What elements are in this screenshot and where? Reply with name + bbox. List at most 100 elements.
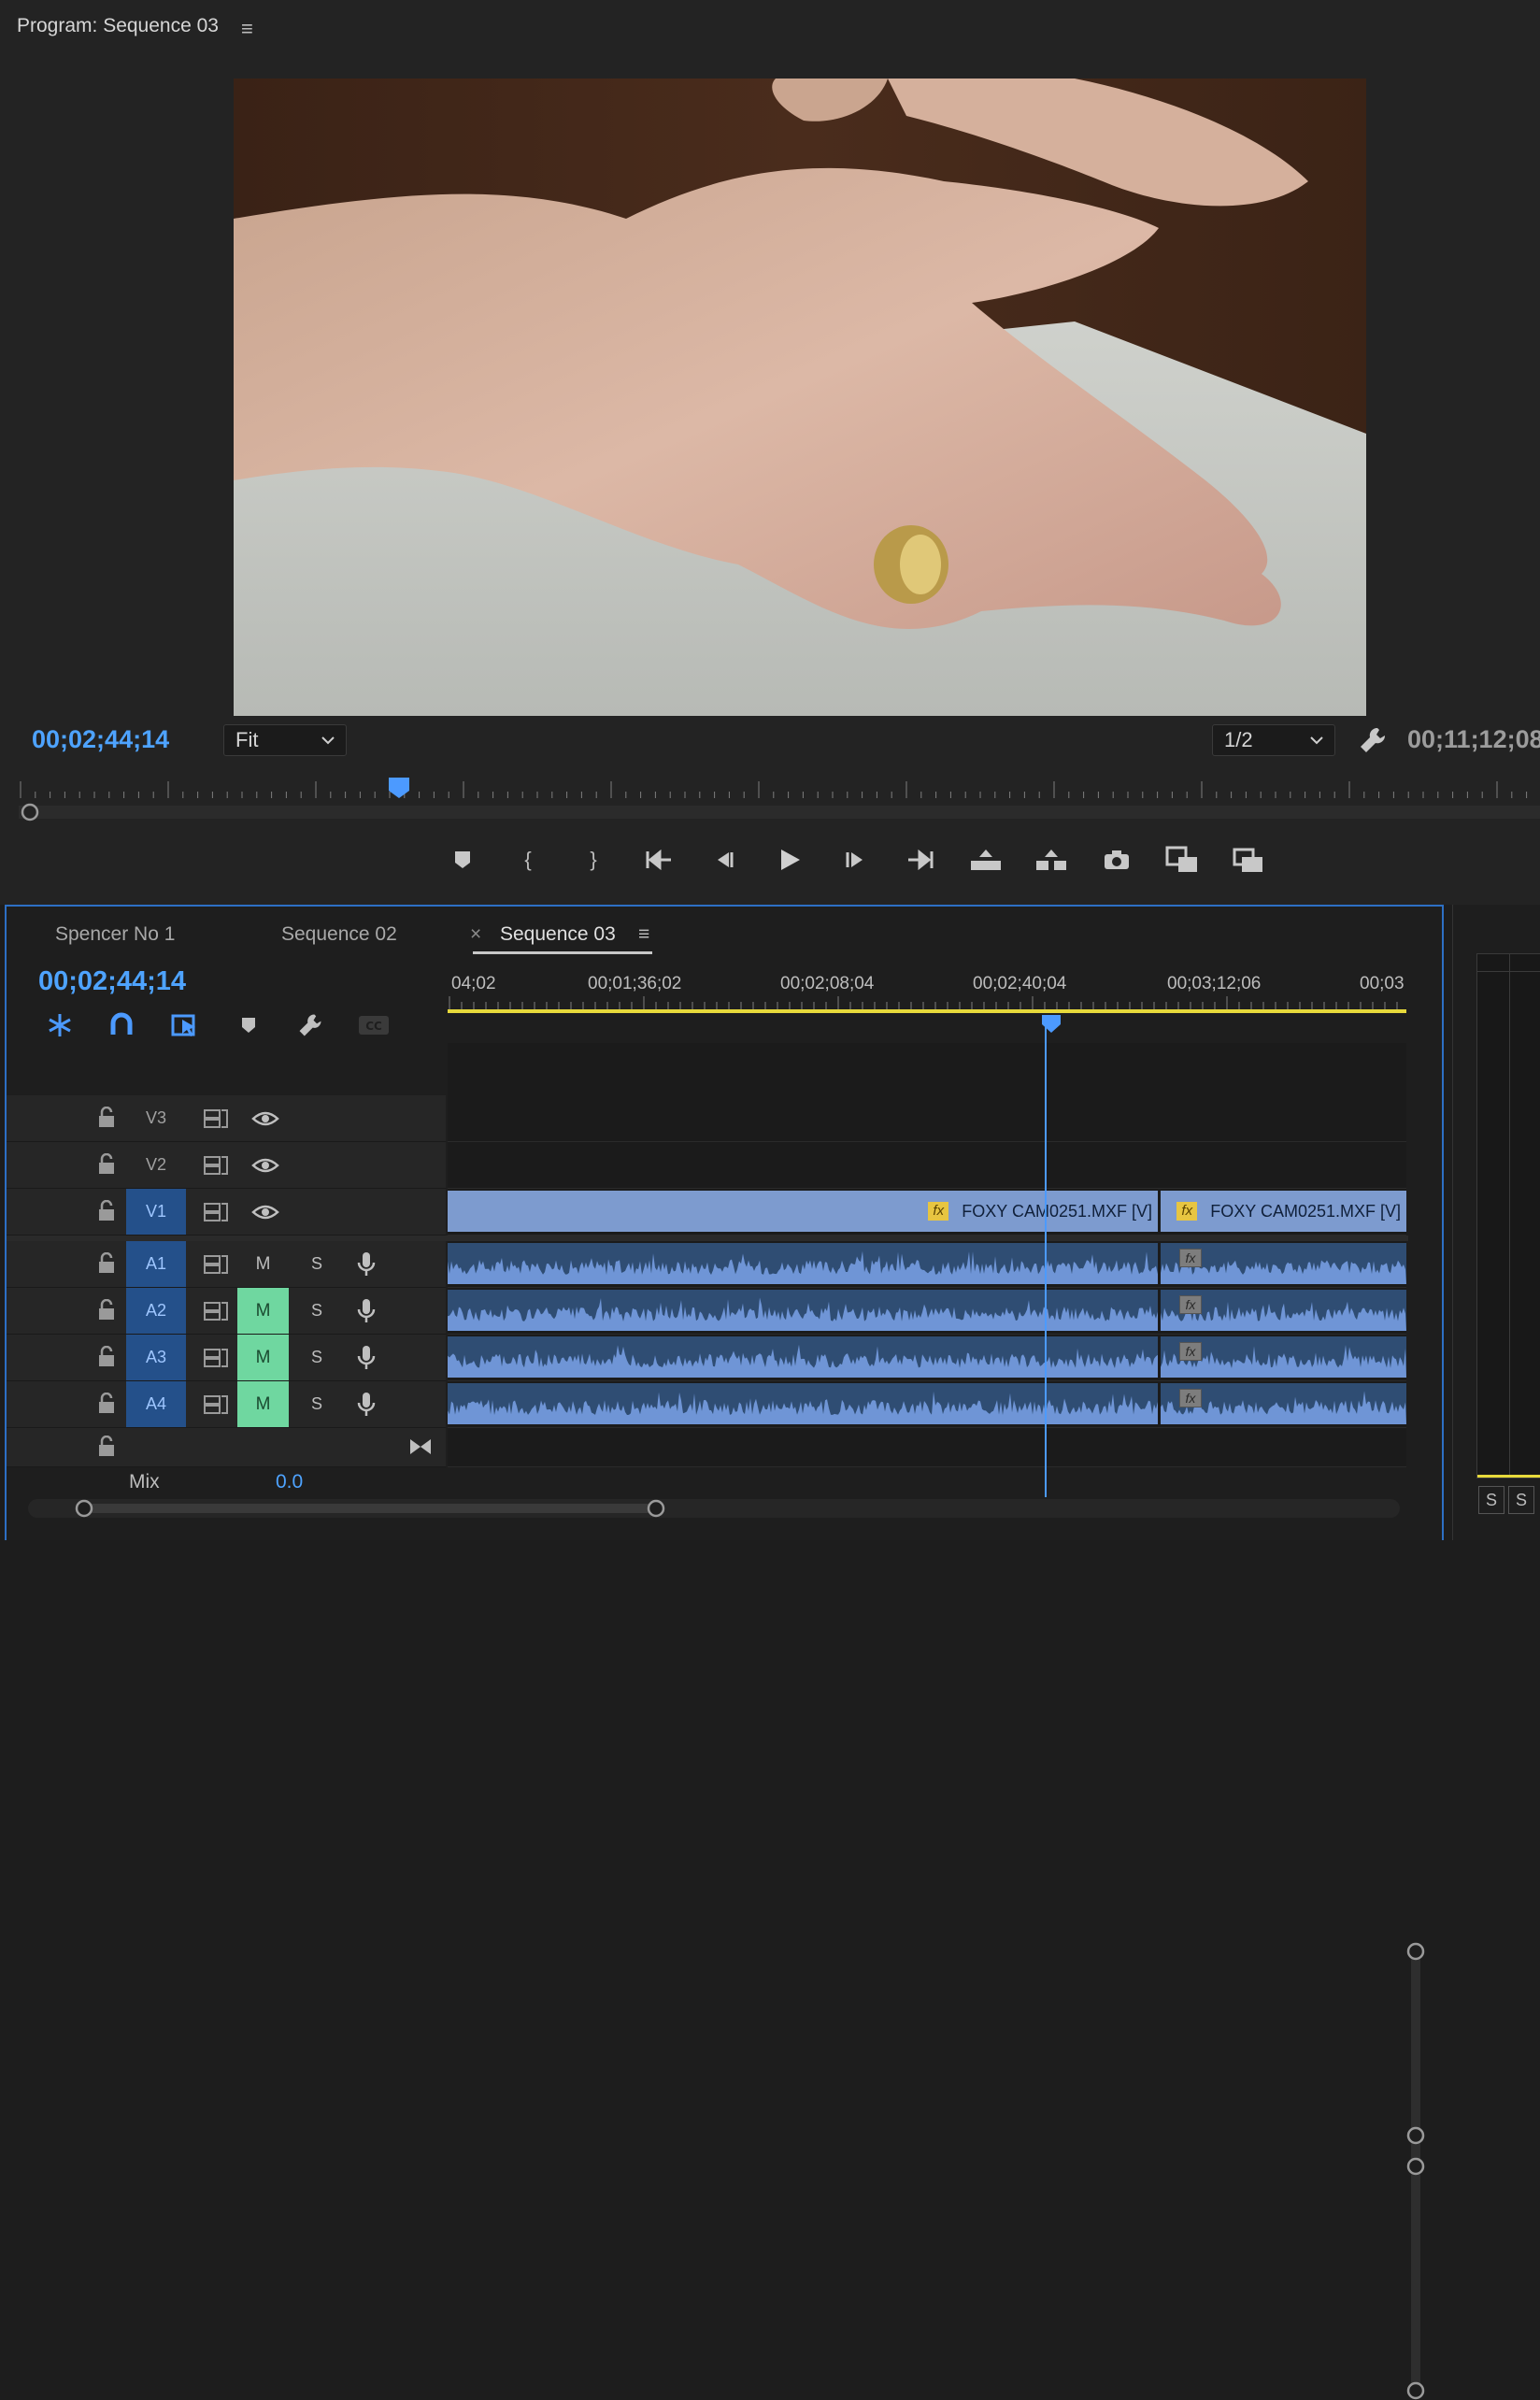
fx-badge[interactable]: fx [1179,1295,1202,1314]
timeline-playhead-line[interactable] [1045,1019,1047,1497]
sync-lock-icon[interactable] [203,1201,229,1223]
eye-icon[interactable] [251,1203,279,1221]
timeline-playhead-icon[interactable] [1040,1015,1062,1034]
work-area-bar[interactable] [448,1009,1406,1013]
track-target-a3[interactable]: A3 [126,1335,186,1380]
add-marker-icon[interactable] [233,1011,264,1039]
track-target-a1[interactable]: A1 [126,1241,186,1287]
lock-icon[interactable] [97,1393,116,1415]
fx-badge[interactable]: fx [1179,1249,1202,1267]
microphone-icon[interactable] [357,1298,376,1324]
scroll-handle-icon[interactable] [21,803,39,821]
video-clip[interactable]: fx FOXY CAM0251.MXF [V] [448,1191,1158,1232]
solo-left-button[interactable]: S [1478,1486,1504,1514]
lock-icon[interactable] [97,1299,116,1321]
mark-in-icon[interactable]: { [495,841,561,879]
audio-clip[interactable]: fx [1161,1290,1406,1331]
eye-icon[interactable] [251,1109,279,1128]
lock-icon[interactable] [97,1436,116,1458]
insert-overwrite-sequences-icon[interactable] [44,1011,76,1039]
overwrite-icon[interactable] [1215,841,1280,879]
extract-icon[interactable] [1019,841,1084,879]
playback-resolution-dropdown[interactable]: 1/2 [1212,724,1335,756]
tab-sequence-03[interactable]: Sequence 03 [500,923,616,946]
lock-icon[interactable] [97,1346,116,1368]
microphone-icon[interactable] [357,1251,376,1278]
mark-out-icon[interactable]: } [561,841,626,879]
mute-button-a2[interactable]: M [237,1288,289,1334]
lock-icon[interactable] [97,1107,116,1129]
fx-badge[interactable]: fx [1176,1202,1198,1221]
track-lane-v2[interactable] [448,1142,1406,1189]
fx-badge[interactable]: fx [928,1202,949,1221]
monitor-zoom-scrollbar[interactable] [19,803,1540,821]
microphone-icon[interactable] [357,1345,376,1371]
track-lane-a3[interactable]: fx [448,1335,1406,1381]
timeline-settings-wrench-icon[interactable] [294,1011,326,1039]
track-target-v2[interactable]: V2 [126,1142,186,1188]
solo-right-button[interactable]: S [1508,1486,1534,1514]
track-target-v1[interactable]: V1 [126,1189,186,1235]
eye-icon[interactable] [251,1156,279,1175]
track-target-a2[interactable]: A2 [126,1288,186,1334]
go-to-out-icon[interactable] [888,841,953,879]
mute-button-a3[interactable]: M [237,1335,289,1380]
hamburger-icon[interactable]: ≡ [241,17,253,41]
sync-lock-icon[interactable] [203,1300,229,1322]
monitor-time-ruler[interactable] [19,776,1540,800]
play-icon[interactable] [757,841,822,879]
track-lane-v3[interactable] [448,1095,1406,1142]
audio-clip[interactable] [448,1336,1158,1378]
mix-pan-icon[interactable] [408,1437,433,1456]
track-target-v3[interactable]: V3 [126,1095,186,1141]
wrench-icon[interactable] [1357,724,1389,756]
zoom-dropdown[interactable]: Fit [223,724,347,756]
sync-lock-icon[interactable] [203,1393,229,1416]
audio-clip[interactable]: fx [1161,1243,1406,1284]
timeline-current-timecode[interactable]: 00;02;44;14 [38,966,186,997]
fx-badge[interactable]: fx [1179,1342,1202,1361]
lock-icon[interactable] [97,1200,116,1222]
lock-icon[interactable] [97,1252,116,1275]
solo-button-a1[interactable]: S [306,1241,328,1287]
step-back-icon[interactable] [692,841,757,879]
tab-menu-icon[interactable]: ≡ [638,923,649,946]
export-frame-icon[interactable] [1084,841,1149,879]
lift-icon[interactable] [953,841,1019,879]
tab-sequence-02[interactable]: Sequence 02 [281,923,397,946]
audio-clip[interactable]: fx [1161,1336,1406,1378]
close-icon[interactable]: × [470,923,481,946]
mute-button-a1[interactable]: M [237,1241,289,1287]
audio-clip[interactable] [448,1243,1158,1284]
program-current-timecode[interactable]: 00;02;44;14 [32,725,169,754]
track-lane-a2[interactable]: fx [448,1288,1406,1335]
microphone-icon[interactable] [357,1392,376,1418]
track-lane-a4[interactable]: fx [448,1381,1406,1428]
mute-button-a4[interactable]: M [237,1381,289,1427]
solo-button-a4[interactable]: S [306,1381,328,1427]
solo-button-a3[interactable]: S [306,1335,328,1380]
sync-lock-icon[interactable] [203,1107,229,1130]
linked-selection-icon[interactable] [169,1011,201,1039]
tab-spencer-no-1[interactable]: Spencer No 1 [55,923,175,946]
track-target-a4[interactable]: A4 [126,1381,186,1427]
captions-cc-icon[interactable]: CC [358,1011,390,1039]
insert-icon[interactable] [1149,841,1215,879]
fx-badge[interactable]: fx [1179,1389,1202,1407]
vertical-scrollbar[interactable] [1406,1942,1425,2400]
track-lane-v1[interactable]: fx FOXY CAM0251.MXF [V] fx FOXY CAM0251.… [448,1189,1406,1236]
video-clip[interactable]: fx FOXY CAM0251.MXF [V] [1161,1191,1406,1232]
snap-magnet-icon[interactable] [106,1011,137,1039]
go-to-in-icon[interactable] [626,841,692,879]
add-marker-icon[interactable] [430,841,495,879]
track-lane-a1[interactable]: fx [448,1241,1406,1288]
audio-clip[interactable] [448,1383,1158,1424]
step-forward-icon[interactable] [822,841,888,879]
sync-lock-icon[interactable] [203,1154,229,1177]
audio-clip[interactable]: fx [1161,1383,1406,1424]
horizontal-zoom-scrollbar[interactable] [28,1499,1400,1518]
sync-lock-icon[interactable] [203,1347,229,1369]
sync-lock-icon[interactable] [203,1253,229,1276]
solo-button-a2[interactable]: S [306,1288,328,1334]
audio-clip[interactable] [448,1290,1158,1331]
